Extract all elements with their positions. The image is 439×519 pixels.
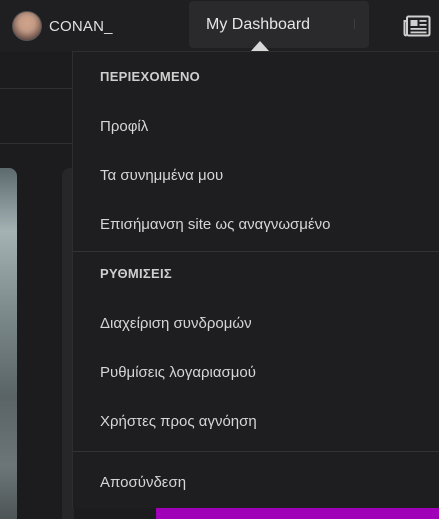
menu-item-profile[interactable]: Προφίλ xyxy=(100,118,148,135)
background-divider xyxy=(0,143,72,144)
section-heading-content: ΠΕΡΙΕΧΟΜΕΝΟ xyxy=(100,69,201,84)
menu-item-manage-subscriptions[interactable]: Διαχείριση συνδρομών xyxy=(100,315,252,332)
background-divider xyxy=(0,88,72,89)
menu-item-mark-site-read[interactable]: Επισήμανση site ως αναγνωσμένο xyxy=(100,216,330,233)
dashboard-label: My Dashboard xyxy=(206,15,311,33)
menu-item-my-attachments[interactable]: Τα συνημμένα μου xyxy=(100,167,223,184)
menu-item-logout[interactable]: Αποσύνδεση xyxy=(100,474,186,491)
section-heading-settings: ΡΥΘΜΙΣΕΙΣ xyxy=(100,266,172,281)
dashboard-button[interactable]: My Dashboard xyxy=(189,1,369,48)
username[interactable]: CONAN_ xyxy=(49,18,113,35)
menu-item-account-settings[interactable]: Ρυθμίσεις λογαριασμού xyxy=(100,364,256,381)
menu-separator xyxy=(73,251,439,252)
user-menu-trigger[interactable]: CONAN_ xyxy=(12,10,113,42)
background-image-card xyxy=(0,168,17,519)
dropdown-caret-icon xyxy=(251,41,269,51)
background-accent-bar xyxy=(156,508,439,519)
top-bar: CONAN_ My Dashboard xyxy=(0,0,439,52)
dashboard-dropdown-menu: ΠΕΡΙΕΧΟΜΕΝΟ Προφίλ Τα συνημμένα μου Επισ… xyxy=(72,51,439,508)
menu-item-ignored-users[interactable]: Χρήστες προς αγνόηση xyxy=(100,413,257,430)
dashboard-divider xyxy=(354,19,355,29)
menu-separator xyxy=(73,451,439,452)
newspaper-icon[interactable] xyxy=(403,15,431,37)
avatar[interactable] xyxy=(12,11,42,41)
